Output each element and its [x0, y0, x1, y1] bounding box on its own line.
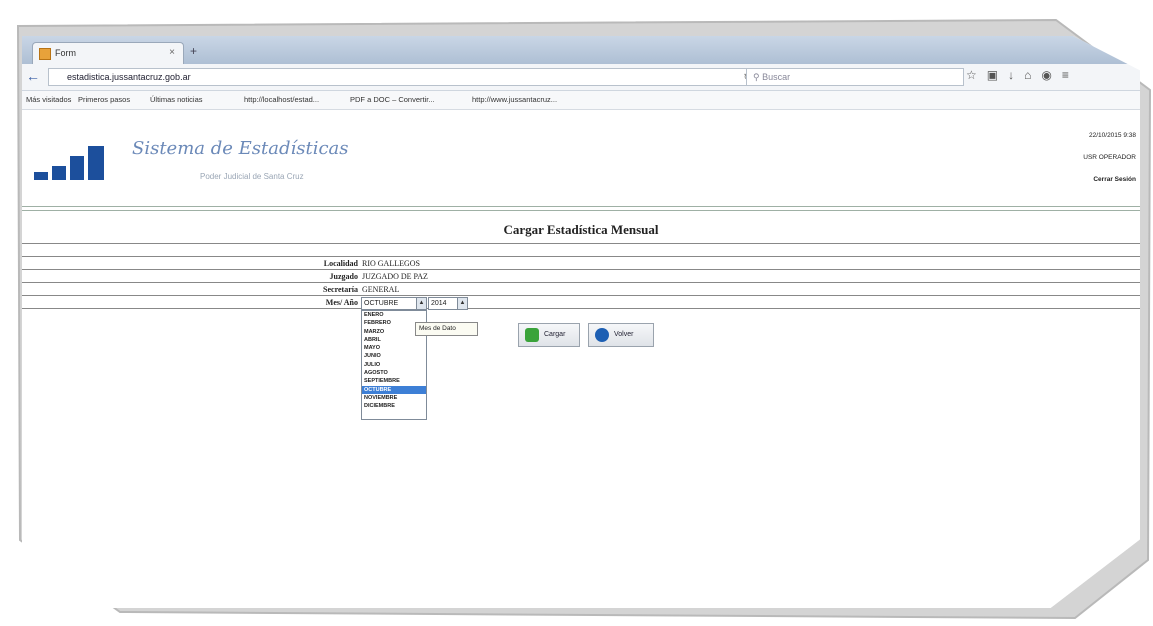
month-option[interactable]: SEPTIEMBRE [362, 377, 426, 385]
tab-strip: Form × + [22, 36, 1140, 65]
divider [22, 206, 1140, 207]
month-option[interactable]: MAYO [362, 344, 426, 352]
page-title: Cargar Estadística Mensual [503, 222, 659, 237]
bookmark-item[interactable]: PDF a DOC – Convertir... [350, 95, 435, 104]
year-select[interactable]: 2014 [428, 297, 458, 310]
form-row [22, 243, 1140, 257]
load-button[interactable]: Cargar [518, 323, 580, 347]
field-label: Localidad [323, 259, 358, 268]
year-dropdown-button[interactable]: ▲ [457, 297, 468, 310]
bookmarks-bar: Más visitados Primeros pasos Últimas not… [22, 91, 1140, 110]
month-option[interactable]: JUNIO [362, 352, 426, 360]
navigation-bar: ← estadistica.jussantacruz.gob.ar ↻ ⚲ Bu… [22, 64, 1140, 91]
field-value: GENERAL [362, 285, 400, 294]
page-content: Sistema de Estadísticas Poder Judicial d… [22, 110, 1140, 608]
form-row-juzgado: Juzgado JUZGADO DE PAZ [22, 269, 1140, 283]
form-row-secretaria: Secretaría GENERAL [22, 282, 1140, 296]
browser-window: Form × + ← estadistica.jussantacruz.gob.… [22, 36, 1140, 608]
field-label: Secretaría [323, 285, 358, 294]
back-button-label: Volver [614, 331, 634, 338]
search-icon: ⚲ [753, 72, 763, 82]
form-row-end [22, 308, 1140, 322]
library-icon[interactable]: ▣ [987, 68, 1008, 82]
bookmark-item[interactable]: Primeros pasos [78, 95, 130, 104]
month-option-selected[interactable]: OCTUBRE [362, 385, 426, 394]
download-icon[interactable]: ↓ [1008, 68, 1024, 82]
form-row-localidad: Localidad RIO GALLEGOS [22, 256, 1140, 270]
month-option[interactable]: NOVIEMBRE [362, 394, 426, 402]
back-icon [595, 328, 609, 342]
bookmark-item[interactable]: http://localhost/estad... [244, 95, 319, 104]
field-value: RIO GALLEGOS [362, 259, 420, 268]
close-tab-icon[interactable]: × [169, 47, 175, 58]
month-option[interactable]: ENERO [362, 311, 426, 319]
divider [22, 210, 1140, 211]
new-tab-button[interactable]: + [190, 44, 197, 58]
month-option[interactable]: ABRIL [362, 336, 426, 344]
url-text: estadistica.jussantacruz.gob.ar [67, 72, 191, 82]
menu-icon[interactable]: ≡ [1062, 68, 1079, 82]
save-icon [525, 328, 539, 342]
bookmark-item[interactable]: Más visitados [26, 95, 71, 104]
addon-icon[interactable]: ◉ [1041, 68, 1061, 82]
logout-link[interactable]: Cerrar Sesión [1093, 176, 1136, 183]
back-arrow-icon[interactable]: ← [26, 68, 40, 84]
month-option[interactable]: AGOSTO [362, 369, 426, 377]
month-select[interactable]: OCTUBRE [361, 297, 417, 310]
search-input[interactable]: ⚲ Buscar [746, 68, 964, 86]
system-title: Sistema de Estadísticas [132, 138, 349, 159]
search-placeholder: Buscar [762, 72, 791, 82]
form-row-periodo: Mes/ Año [22, 295, 1140, 309]
system-subtitle: Poder Judicial de Santa Cruz [200, 172, 304, 181]
field-label: Mes/ Año [325, 298, 358, 307]
field-label: Juzgado [329, 272, 358, 281]
field-value: JUZGADO DE PAZ [362, 272, 428, 281]
load-button-label: Cargar [544, 331, 566, 338]
month-option[interactable]: JULIO [362, 361, 426, 369]
tab-title: Form [55, 48, 76, 58]
month-option[interactable]: DICIEMBRE [362, 402, 426, 410]
month-dropdown-button[interactable]: ▲ [416, 297, 427, 310]
browser-tab[interactable]: Form × [32, 42, 184, 65]
session-date: 22/10/2015 9:38 [1089, 132, 1136, 139]
url-bar[interactable]: estadistica.jussantacruz.gob.ar ↻ [48, 68, 758, 86]
tooltip: Mes de Dato [415, 322, 478, 336]
bookmark-item[interactable]: http://www.jussantacruz... [472, 95, 557, 104]
page-favicon-icon [39, 48, 51, 60]
bookmark-item[interactable]: Últimas noticias [150, 95, 203, 104]
home-icon[interactable]: ⌂ [1024, 68, 1041, 82]
back-button[interactable]: Volver [588, 323, 654, 347]
toolbar-icons: ☆▣↓⌂◉≡ [966, 68, 1079, 82]
star-icon[interactable]: ☆ [966, 68, 987, 82]
session-user: USR OPERADOR [1083, 154, 1136, 161]
